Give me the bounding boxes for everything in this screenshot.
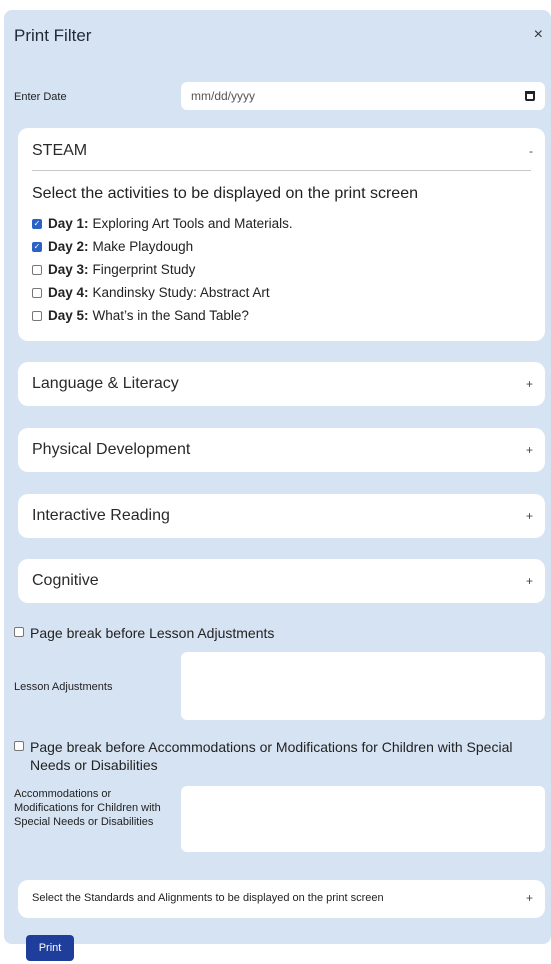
- day-4-row[interactable]: Day 4: Kandinsky Study: Abstract Art: [32, 285, 270, 300]
- divider: [32, 170, 531, 171]
- day-label: Day 5:: [48, 308, 89, 323]
- day-activity: What’s in the Sand Table?: [92, 308, 249, 323]
- checkbox-icon[interactable]: [14, 627, 24, 637]
- checkbox-icon[interactable]: [32, 264, 42, 275]
- day-2-row[interactable]: Day 2: Make Playdough: [32, 239, 193, 254]
- checkbox-icon[interactable]: [32, 310, 42, 321]
- day-3-row[interactable]: Day 3: Fingerprint Study: [32, 262, 195, 277]
- accommodations-label: Accommodations or Modifications for Chil…: [14, 788, 161, 828]
- day-1-row[interactable]: Day 1: Exploring Art Tools and Materials…: [32, 216, 293, 231]
- collapse-icon[interactable]: -: [529, 144, 533, 158]
- section-title: Physical Development: [32, 441, 191, 458]
- page-break-lesson-label: Page break before Lesson Adjustments: [30, 625, 275, 641]
- language-literacy-section[interactable]: Language & Literacy +: [18, 362, 545, 406]
- checkbox-checked-icon[interactable]: [32, 241, 42, 252]
- standards-label: Select the Standards and Alignments to b…: [32, 892, 384, 904]
- lesson-adjustments-textarea[interactable]: [181, 652, 545, 720]
- activities-instruction: Select the activities to be displayed on…: [32, 185, 418, 202]
- cognitive-section[interactable]: Cognitive +: [18, 559, 545, 603]
- expand-icon[interactable]: +: [526, 574, 533, 588]
- expand-icon[interactable]: +: [526, 891, 533, 905]
- close-icon[interactable]: ×: [534, 26, 543, 44]
- steam-title[interactable]: STEAM: [32, 142, 87, 160]
- interactive-reading-section[interactable]: Interactive Reading +: [18, 494, 545, 538]
- page-break-accommodations-label: Page break before Accommodations or Modi…: [30, 739, 513, 773]
- expand-icon[interactable]: +: [526, 443, 533, 457]
- date-label: Enter Date: [14, 91, 67, 103]
- day-label: Day 4:: [48, 285, 89, 300]
- day-label: Day 1:: [48, 216, 89, 231]
- steam-section: STEAM - Select the activities to be disp…: [18, 128, 545, 341]
- lesson-adjustments-label: Lesson Adjustments: [14, 681, 113, 693]
- date-placeholder: mm/dd/yyyy: [191, 89, 256, 103]
- checkbox-icon[interactable]: [14, 741, 24, 751]
- page-break-lesson-row[interactable]: Page break before Lesson Adjustments: [14, 624, 274, 642]
- physical-development-section[interactable]: Physical Development +: [18, 428, 545, 472]
- page-break-accommodations-row[interactable]: Page break before Accommodations or Modi…: [14, 738, 534, 774]
- checkbox-icon[interactable]: [32, 287, 42, 298]
- day-activity: Make Playdough: [92, 239, 194, 254]
- section-title: Interactive Reading: [32, 507, 170, 524]
- day-label: Day 2:: [48, 239, 89, 254]
- section-title: Cognitive: [32, 572, 99, 589]
- section-title: Language & Literacy: [32, 375, 179, 392]
- standards-section[interactable]: Select the Standards and Alignments to b…: [18, 880, 545, 918]
- accommodations-textarea[interactable]: [181, 786, 545, 852]
- day-activity: Kandinsky Study: Abstract Art: [92, 285, 270, 300]
- expand-icon[interactable]: +: [526, 509, 533, 523]
- print-button[interactable]: Print: [26, 935, 74, 961]
- checkbox-checked-icon[interactable]: [32, 218, 42, 229]
- day-5-row[interactable]: Day 5: What’s in the Sand Table?: [32, 308, 249, 323]
- dialog-title: Print Filter: [14, 26, 92, 45]
- day-activity: Fingerprint Study: [92, 262, 196, 277]
- date-input[interactable]: mm/dd/yyyy: [181, 82, 545, 110]
- expand-icon[interactable]: +: [526, 377, 533, 391]
- calendar-icon[interactable]: [525, 91, 535, 101]
- day-activity: Exploring Art Tools and Materials.: [92, 216, 293, 231]
- day-label: Day 3:: [48, 262, 89, 277]
